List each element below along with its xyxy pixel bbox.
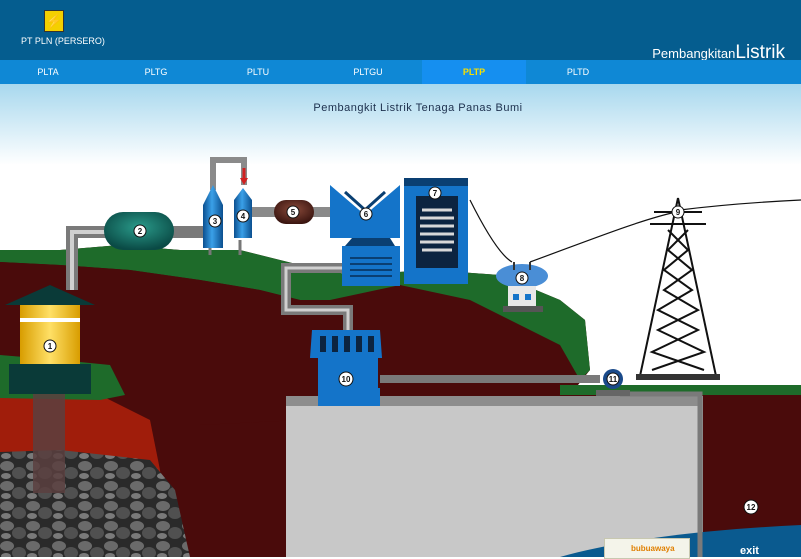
well-head [20,305,80,373]
marker-3-label: 3 [213,217,218,226]
marker-6[interactable]: 6 [359,207,373,221]
marker-5-label: 5 [291,208,296,217]
lightning-icon: ⚡ [45,13,63,29]
power-house [286,404,702,557]
sponsor-text: bubuawaya [631,544,675,553]
well-base [9,364,91,394]
geothermal-diagram: 1 2 3 4 5 6 7 8 9 10 11 12 [0,84,801,557]
tab-pltgu[interactable]: PLTGU [320,60,416,84]
marker-7-label: 7 [433,189,438,198]
marker-4-label: 4 [241,212,246,221]
marker-2-label: 2 [138,227,143,236]
marker-4[interactable]: 4 [236,209,250,223]
tab-pltg[interactable]: PLTG [108,60,204,84]
tab-pltd[interactable]: PLTD [530,60,626,84]
pln-logo: ⚡ [44,10,64,32]
marker-7[interactable]: 7 [428,186,442,200]
marker-10-label: 10 [342,375,351,384]
marker-2[interactable]: 2 [133,224,147,238]
tab-plta[interactable]: PLTA [0,60,96,84]
page-title-small: Pembangkitan [652,46,736,61]
marker-8[interactable]: 8 [515,271,529,285]
marker-8-label: 8 [520,274,525,283]
turbine-base [342,246,400,286]
marker-1[interactable]: 1 [43,339,57,353]
header-bar: ⚡ PT PLN (PERSERO) PembangkitanListrik [0,0,801,63]
diagram-title: Pembangkit Listrik Tenaga Panas Bumi [313,102,523,114]
exit-button[interactable]: exit [740,545,759,557]
marker-3[interactable]: 3 [208,214,222,228]
marker-11-label: 11 [609,375,618,384]
marker-10[interactable]: 10 [338,371,354,387]
marker-12-label: 12 [747,503,756,512]
marker-9[interactable]: 9 [671,205,685,219]
transmission-tower [639,197,717,377]
sponsor-badge: bubuawaya [604,538,690,559]
marker-9-label: 9 [676,208,681,217]
tab-pltp[interactable]: PLTP [422,60,526,84]
nav-tabs: PLTA PLTG PLTU PLTGU PLTP PLTD [0,60,801,84]
marker-5[interactable]: 5 [286,205,300,219]
company-name: PT PLN (PERSERO) [21,36,105,46]
marker-6-label: 6 [364,210,369,219]
marker-12[interactable]: 12 [743,499,759,515]
tab-pltu[interactable]: PLTU [210,60,306,84]
marker-11[interactable]: 11 [606,372,620,386]
well-shaft [33,393,65,493]
marker-1-label: 1 [48,342,53,351]
